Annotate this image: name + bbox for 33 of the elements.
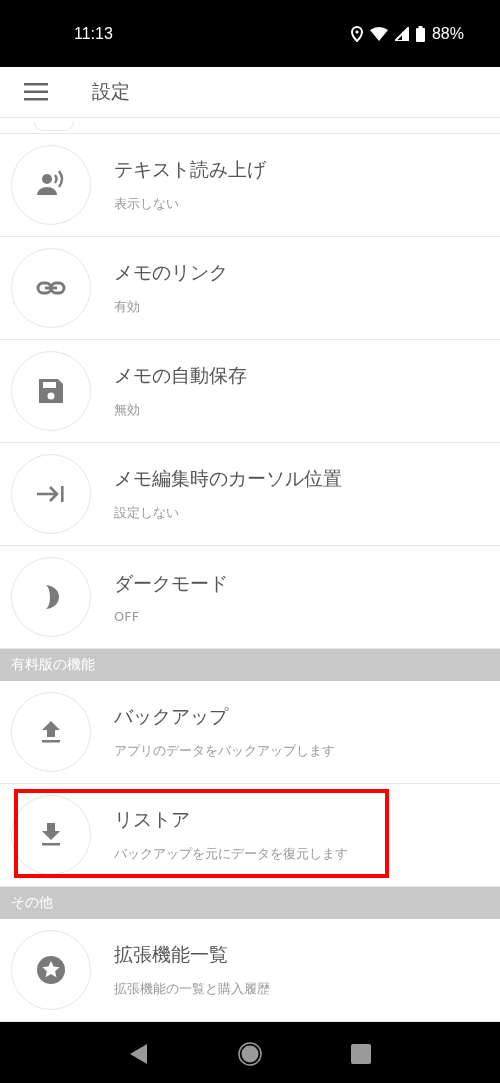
item-subtitle: アプリのデータをバックアップします bbox=[114, 742, 335, 760]
item-subtitle: 有効 bbox=[114, 298, 141, 316]
item-subtitle: バックアップを元にデータを復元します bbox=[114, 845, 348, 863]
settings-item[interactable]: リストア バックアップを元にデータを復元します bbox=[0, 784, 500, 887]
signal-icon bbox=[394, 26, 409, 41]
item-title: メモの自動保存 bbox=[114, 363, 247, 388]
battery-icon bbox=[415, 25, 425, 42]
star-badge-icon bbox=[35, 954, 67, 986]
item-subtitle: OFF bbox=[114, 608, 141, 624]
settings-item[interactable]: テキスト読み上げ 表示しない bbox=[0, 134, 500, 237]
clock: 11:13 bbox=[74, 24, 113, 43]
recents-icon[interactable] bbox=[350, 1043, 371, 1064]
item-title: メモ編集時のカーソル位置 bbox=[114, 466, 342, 491]
home-icon[interactable] bbox=[238, 1041, 262, 1066]
menu-icon[interactable] bbox=[24, 83, 48, 101]
item-title: ダークモード bbox=[114, 570, 228, 596]
settings-item[interactable]: メモの自動保存 無効 bbox=[0, 340, 500, 443]
item-title: バックアップ bbox=[114, 704, 230, 729]
settings-item[interactable]: バックアップ アプリのデータをバックアップします bbox=[0, 681, 500, 784]
item-subtitle: 無効 bbox=[114, 401, 141, 419]
screen-title: 設定 bbox=[92, 79, 130, 104]
item-title: 拡張機能一覧 bbox=[114, 942, 229, 967]
item-subtitle: 表示しない bbox=[114, 195, 180, 213]
wifi-icon bbox=[369, 26, 388, 41]
battery-level: 88% bbox=[431, 24, 464, 43]
item-title: メモのリンク bbox=[114, 260, 228, 285]
item-subtitle: 設定しない bbox=[114, 504, 180, 522]
item-title: テキスト読み上げ bbox=[114, 157, 266, 182]
back-icon[interactable] bbox=[129, 1042, 150, 1065]
settings-item[interactable]: メモのリンク 有効 bbox=[0, 237, 500, 340]
settings-item[interactable]: メモ編集時のカーソル位置 設定しない bbox=[0, 443, 500, 546]
item-title: リストア bbox=[114, 807, 191, 832]
location-icon bbox=[350, 25, 363, 42]
